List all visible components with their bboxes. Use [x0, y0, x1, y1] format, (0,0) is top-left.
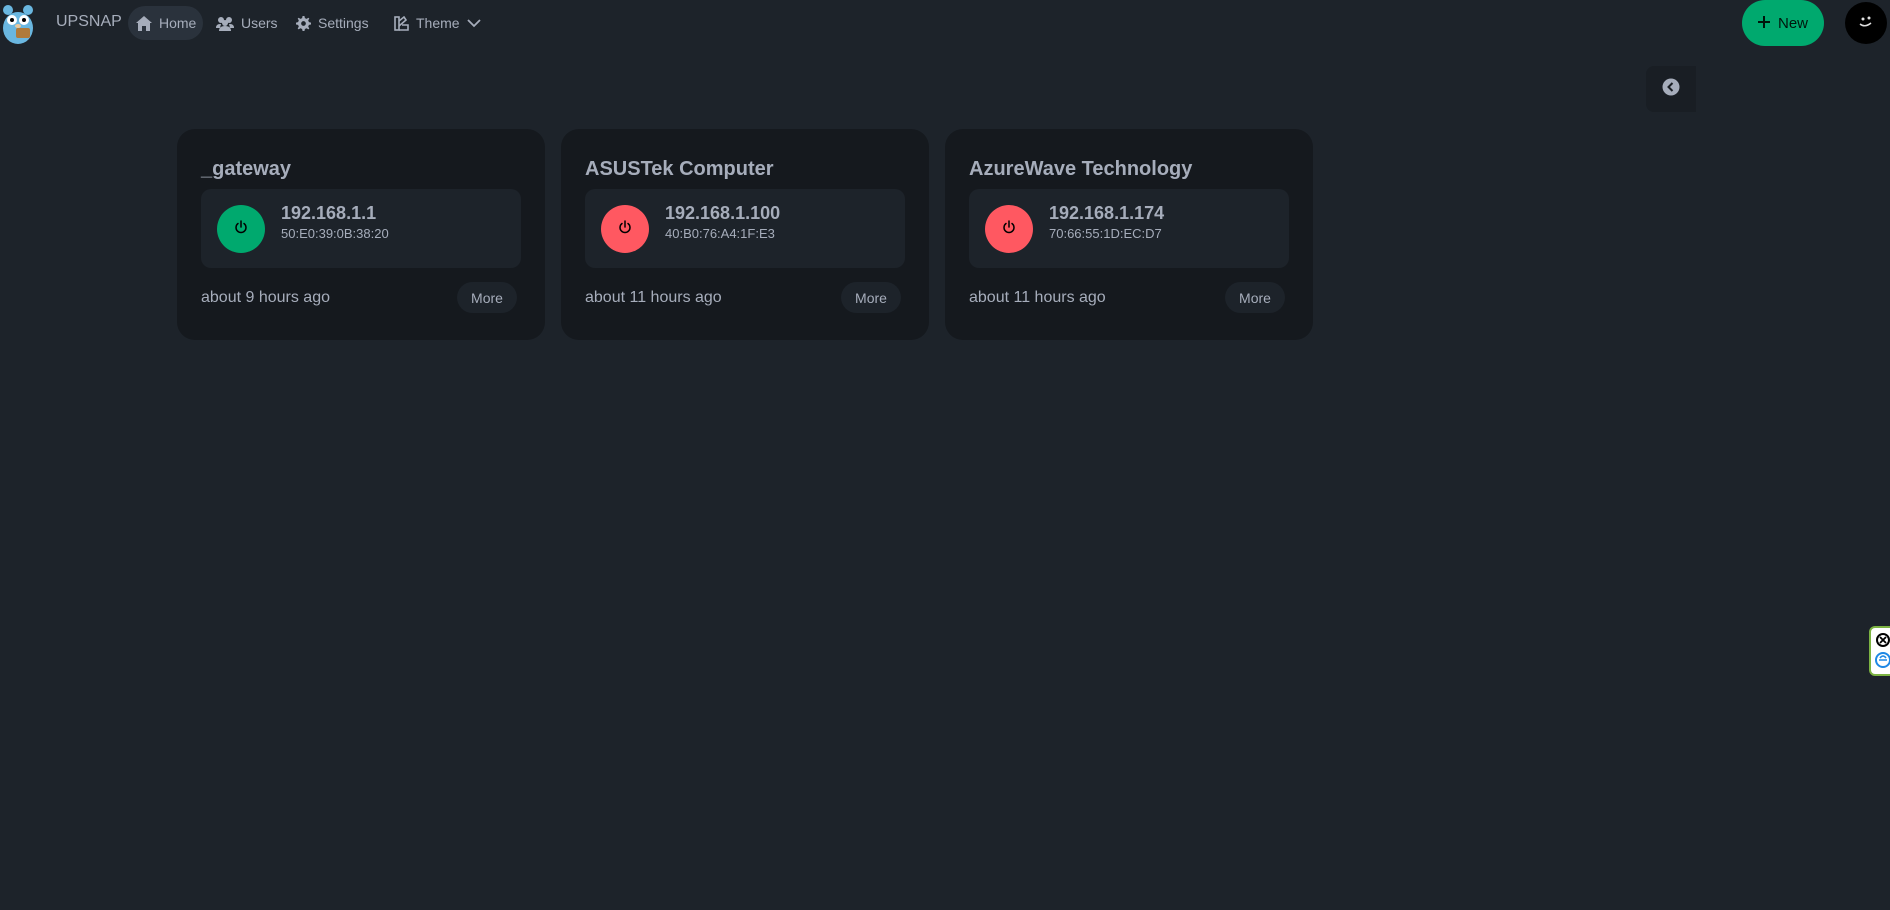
more-button[interactable]: More [457, 282, 517, 313]
device-last-seen: about 11 hours ago [969, 289, 1106, 306]
device-info-panel: 192.168.1.100 40:B0:76:A4:1F:E3 [585, 189, 905, 268]
collapse-panel-button[interactable] [1646, 66, 1696, 112]
device-name: ASUSTek Computer [585, 158, 774, 180]
power-button[interactable] [985, 205, 1033, 253]
device-name: _gateway [201, 158, 292, 180]
power-icon [234, 219, 248, 239]
nav-settings[interactable]: Settings [288, 6, 380, 40]
theme-dropdown[interactable]: Theme [386, 6, 486, 40]
power-button[interactable] [217, 205, 265, 253]
chevron-down-icon [466, 18, 481, 28]
home-icon [136, 15, 152, 31]
nav-home-label: Home [159, 15, 197, 31]
new-button-label: New [1777, 14, 1808, 32]
browser-extension-widget[interactable] [1869, 626, 1890, 676]
device-card: ASUSTek Computer 192.168.1.100 40:B0:76:… [561, 129, 929, 340]
nav-users[interactable]: Users [208, 6, 284, 40]
app-brand[interactable]: UPSNAP [56, 13, 122, 31]
device-mac: 50:E0:39:0B:38:20 [281, 226, 389, 241]
device-ip: 192.168.1.100 [665, 203, 781, 223]
device-mac: 40:B0:76:A4:1F:E3 [665, 226, 775, 241]
nav-settings-label: Settings [318, 15, 369, 31]
device-last-seen: about 9 hours ago [201, 289, 330, 306]
more-button[interactable]: More [841, 282, 901, 313]
device-mac: 70:66:55:1D:EC:D7 [1049, 226, 1162, 241]
gear-icon [296, 15, 311, 31]
power-icon [1002, 219, 1016, 239]
device-ip: 192.168.1.1 [281, 203, 377, 223]
power-button[interactable] [601, 205, 649, 253]
device-name: AzureWave Technology [969, 158, 1193, 180]
chevron-left-circle-icon [1662, 78, 1680, 101]
device-card: _gateway 192.168.1.1 50:E0:39:0B:38:20 a… [177, 129, 545, 340]
navbar: UPSNAP Home Users Settings Theme New [0, 0, 1890, 48]
plus-icon [1757, 15, 1770, 32]
upsnap-logo[interactable] [0, 2, 36, 46]
device-info-panel: 192.168.1.174 70:66:55:1D:EC:D7 [969, 189, 1289, 268]
nav-home[interactable]: Home [128, 6, 203, 40]
device-last-seen: about 11 hours ago [585, 289, 722, 306]
palette-icon [394, 15, 409, 31]
theme-label: Theme [416, 15, 460, 31]
device-ip: 192.168.1.174 [1049, 203, 1165, 223]
device-card: AzureWave Technology 192.168.1.174 70:66… [945, 129, 1313, 340]
new-device-button[interactable]: New [1742, 0, 1824, 46]
avatar[interactable] [1845, 2, 1887, 44]
users-icon [216, 16, 234, 31]
nav-users-label: Users [241, 15, 278, 31]
device-info-panel: 192.168.1.1 50:E0:39:0B:38:20 [201, 189, 521, 268]
power-icon [618, 219, 632, 239]
more-button[interactable]: More [1225, 282, 1285, 313]
